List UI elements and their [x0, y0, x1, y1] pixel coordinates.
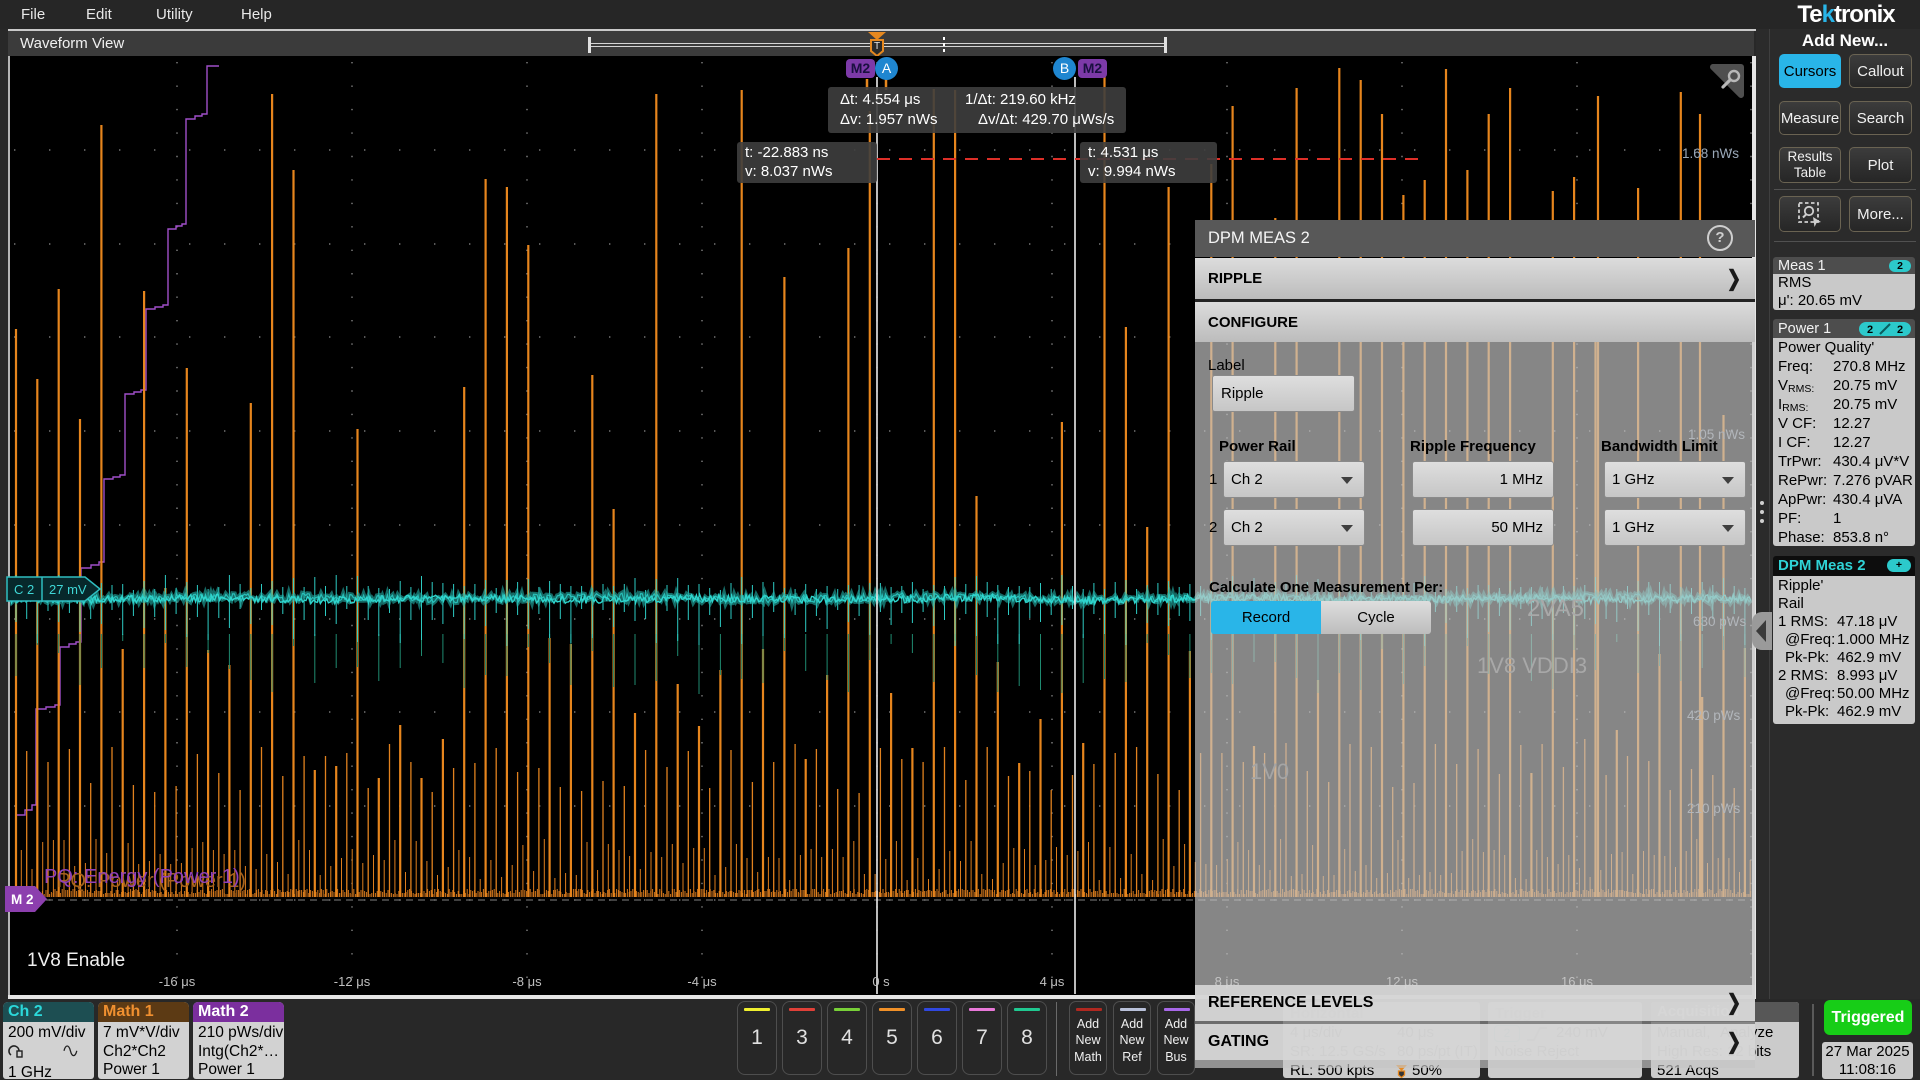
svg-text:C 2: C 2	[14, 582, 34, 597]
svg-text:2: 2	[1897, 324, 1903, 336]
svg-text:T: T	[874, 41, 880, 52]
svg-text:M 2: M 2	[11, 892, 34, 907]
svg-text:27 mV: 27 mV	[49, 582, 87, 597]
svg-text:1.68 nWs: 1.68 nWs	[1682, 146, 1739, 161]
svg-text:2: 2	[1867, 324, 1873, 336]
